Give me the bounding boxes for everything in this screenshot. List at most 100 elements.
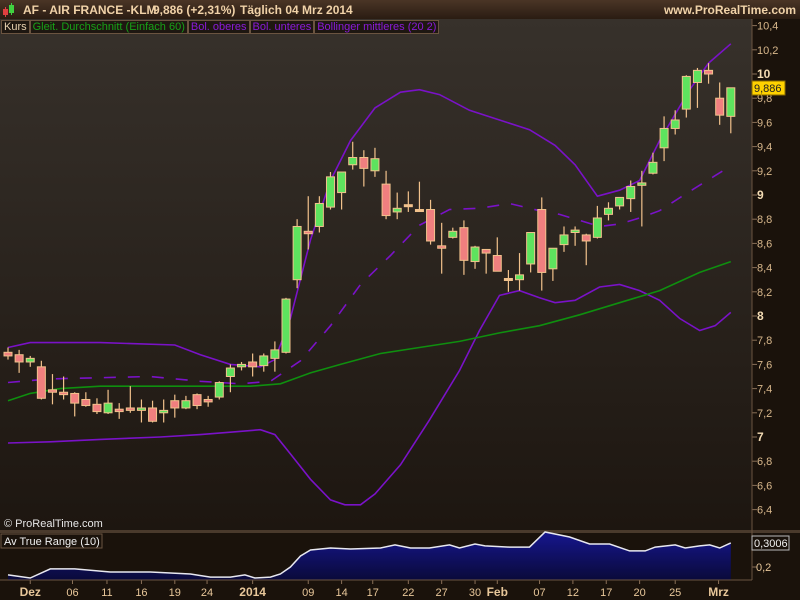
candle-body: [603, 207, 613, 215]
candle-body: [148, 407, 158, 422]
candle-body: [270, 349, 280, 359]
candle-body: [615, 196, 625, 207]
y-tick-label: 8,8: [757, 214, 772, 226]
candle-body: [314, 202, 324, 227]
candle-body: [70, 392, 80, 404]
candle-body: [14, 354, 24, 363]
y-tick-label: 7,4: [757, 384, 772, 396]
candle-body: [414, 209, 424, 213]
atr-title-box: Av True Range (10): [0, 533, 103, 549]
x-tick-label: Dez: [20, 585, 41, 599]
y-tick-label: 6,8: [757, 456, 772, 468]
candle-body: [359, 156, 369, 169]
x-tick-label: Feb: [487, 585, 508, 599]
candle-body: [159, 409, 169, 414]
candle-body: [426, 209, 436, 242]
legend-bol-upper[interactable]: Bol. oberes: [187, 20, 250, 34]
candle-body: [248, 361, 258, 368]
price-tag-text: 9,886: [754, 83, 782, 95]
candle-body: [681, 75, 691, 110]
x-tick-label: 14: [335, 587, 347, 599]
y-tick-label: 9,2: [757, 166, 772, 178]
candle-body: [726, 87, 736, 117]
candle-body: [692, 69, 702, 83]
candle-body: [36, 366, 46, 399]
x-tick-label: 2014: [239, 585, 266, 599]
candle-body: [337, 171, 347, 194]
y-tick-label: 8,6: [757, 238, 772, 250]
x-tick-label: 17: [600, 587, 612, 599]
candle-body: [170, 400, 180, 409]
atr-tick-label: 0,2: [756, 562, 771, 574]
candlestick-logo-icon: [3, 3, 14, 17]
candle-body: [670, 119, 680, 129]
candle-body: [47, 389, 57, 393]
candle-body: [281, 298, 291, 353]
candle-body: [548, 247, 558, 270]
candle-body: [237, 363, 247, 368]
y-tick-label: 8,2: [757, 287, 772, 299]
candle-body: [470, 246, 480, 263]
x-tick-label: 12: [567, 587, 579, 599]
atr-title: Av True Range (10): [4, 536, 100, 548]
candle-body: [192, 394, 202, 407]
candle-body: [392, 207, 402, 213]
candle-body: [92, 403, 102, 413]
candle-body: [125, 407, 135, 411]
candle-body: [292, 225, 302, 281]
x-tick-label: 09: [302, 587, 314, 599]
title-bar: AF - AIR FRANCE -KLM 9,886 (+2,31%) Tägl…: [0, 0, 800, 19]
y-tick-label: 6,4: [757, 505, 772, 517]
y-tick-label: 10,2: [757, 45, 778, 57]
candle-body: [381, 183, 391, 217]
candle-body: [437, 245, 447, 249]
candle-body: [481, 248, 491, 254]
y-tick-label: 8,4: [757, 263, 772, 275]
panel-divider: [0, 530, 800, 533]
price-tag: 9,886: [751, 80, 786, 96]
copyright: © ProRealTime.com: [4, 518, 103, 530]
candle-body: [103, 402, 113, 414]
x-tick-label: 06: [66, 587, 78, 599]
y-tick-label: 9,6: [757, 117, 772, 129]
period-date: Täglich 04 Mrz 2014: [240, 3, 353, 17]
candle-body: [581, 234, 591, 242]
candle-body: [570, 229, 580, 234]
y-tick-label: 10,4: [757, 21, 778, 33]
candle-body: [515, 274, 525, 281]
candle-body: [704, 69, 714, 75]
x-tick-label: 16: [135, 587, 147, 599]
candle-body: [659, 127, 669, 149]
candle-body: [459, 227, 469, 261]
y-tick-label: 8: [757, 309, 764, 323]
candle-body: [537, 209, 547, 273]
candle-body: [503, 277, 513, 281]
x-tick-label: 27: [436, 587, 448, 599]
x-tick-label: 25: [669, 587, 681, 599]
candle-body: [559, 234, 569, 246]
x-tick-label: 24: [201, 587, 213, 599]
legend-bol-mid[interactable]: Bollinger mittleres (20 2): [314, 20, 440, 34]
site-link[interactable]: www.ProRealTime.com: [664, 3, 796, 17]
candle-body: [526, 232, 536, 265]
candle-body: [403, 204, 413, 208]
x-tick-label: 17: [367, 587, 379, 599]
x-tick-label: 22: [402, 587, 414, 599]
candle-body: [370, 158, 380, 172]
y-tick-label: 7,2: [757, 408, 772, 420]
legend-kurs[interactable]: Kurs: [1, 20, 30, 34]
y-tick-label: 7,8: [757, 335, 772, 347]
y-tick-label: 7: [757, 430, 764, 444]
legend-bol-lower[interactable]: Bol. unteres: [249, 20, 315, 34]
x-tick-label: 11: [101, 587, 112, 599]
candle-body: [348, 156, 358, 166]
candle-body: [203, 398, 213, 403]
y-tick-label: 9,4: [757, 142, 772, 154]
candle-body: [648, 161, 658, 174]
x-tick-label: 30: [469, 587, 481, 599]
candle-body: [25, 357, 35, 363]
instrument-name: AF - AIR FRANCE -KLM: [23, 3, 157, 17]
legend: Kurs Gleit. Durchschnitt (Einfach 60) Bo…: [1, 20, 440, 34]
legend-sma[interactable]: Gleit. Durchschnitt (Einfach 60): [29, 20, 188, 34]
candle-body: [181, 400, 191, 409]
